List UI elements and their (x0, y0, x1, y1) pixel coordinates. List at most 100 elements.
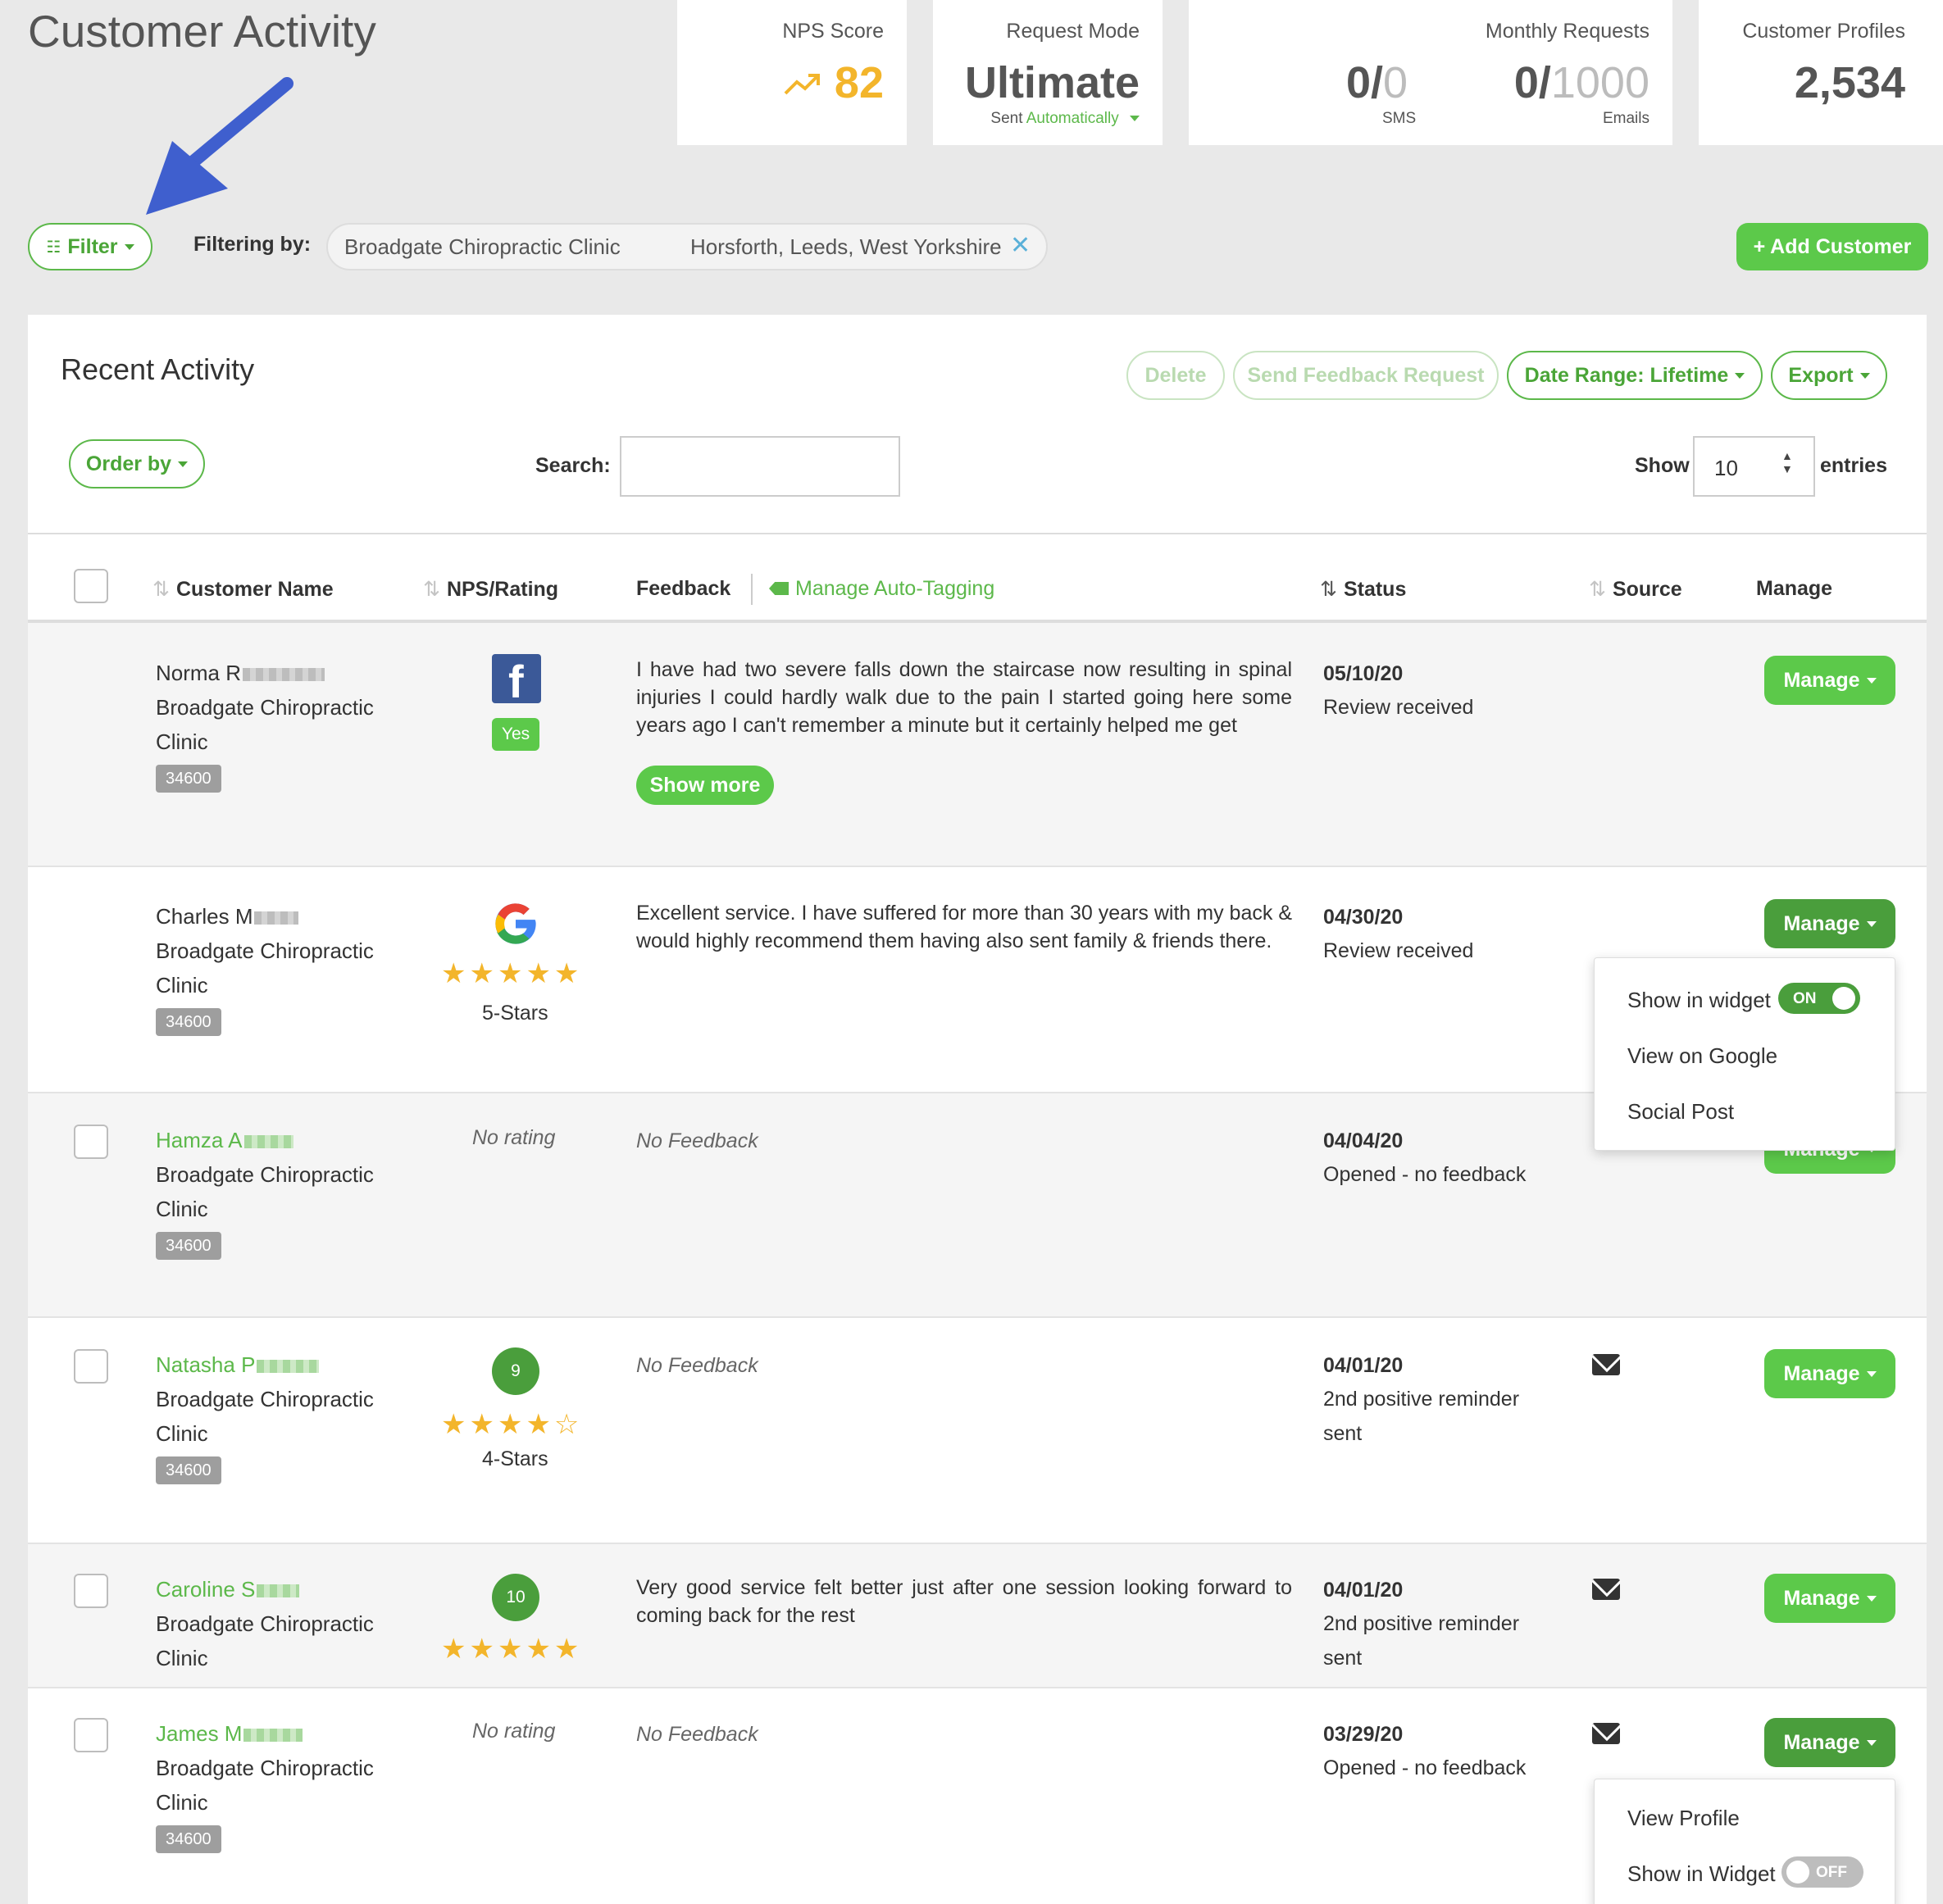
request-mode-label: Request Mode (1006, 20, 1140, 43)
sent-prefix: Sent (990, 110, 1023, 127)
no-feedback: No Feedback (636, 1354, 758, 1377)
company-name: Broadgate Chiropractic (156, 938, 374, 963)
manage-auto-tagging-link[interactable]: Manage Auto-Tagging (769, 577, 994, 601)
customer-name-link[interactable]: Caroline S (156, 1577, 255, 1602)
company-name: Broadgate Chiropractic (156, 1387, 374, 1411)
sort-icon: ⇅ (152, 578, 170, 601)
col-source[interactable]: ⇅ Source (1589, 577, 1682, 602)
send-feedback-request-button[interactable]: Send Feedback Request (1233, 351, 1499, 400)
id-badge: 34600 (156, 1825, 221, 1853)
row-checkbox[interactable] (74, 1349, 108, 1384)
entries-select[interactable]: 10 ▲ ▼ (1693, 436, 1815, 497)
status-date: 05/10/20 (1323, 662, 1404, 685)
header-separator (751, 574, 753, 605)
status-text: Review received (1323, 939, 1474, 962)
row-checkbox[interactable] (74, 1574, 108, 1608)
view-profile-item[interactable]: View Profile (1627, 1806, 1740, 1831)
customer-cell: James M Broadgate Chiropractic Clinic 34… (156, 1716, 374, 1854)
manage-button[interactable]: Manage (1764, 656, 1895, 705)
chevron-down-icon (1866, 1739, 1877, 1746)
entries-label: entries (1820, 454, 1887, 477)
chevron-down-icon (1866, 1370, 1877, 1377)
show-more-button[interactable]: Show more (636, 766, 774, 805)
stars-label: 5-Stars (482, 1002, 548, 1025)
manage-button[interactable]: Manage (1764, 1574, 1895, 1623)
select-all-checkbox[interactable] (74, 569, 108, 603)
filter-chip[interactable]: Broadgate Chiropractic Clinic Horsforth,… (326, 223, 1048, 270)
search-input[interactable] (620, 436, 900, 497)
show-in-widget-item[interactable]: Show in Widget (1627, 1861, 1776, 1887)
toggle-knob (1832, 987, 1855, 1010)
no-feedback: No Feedback (636, 1129, 758, 1152)
google-icon (495, 903, 536, 944)
date-range-button[interactable]: Date Range: Lifetime (1507, 351, 1763, 400)
nps-score-badge: 9 (492, 1347, 539, 1395)
manage-button[interactable]: Manage (1764, 1718, 1895, 1767)
header-top-divider (28, 533, 1927, 534)
company-name: Clinic (156, 729, 208, 754)
chevron-down-icon (1866, 677, 1877, 684)
social-post-item[interactable]: Social Post (1627, 1099, 1734, 1125)
status-text: Opened - no feedback (1323, 1163, 1527, 1186)
nps-score-card: NPS Score 82 (677, 0, 907, 145)
filter-button[interactable]: ☷ Filter (28, 223, 152, 270)
row-checkbox[interactable] (74, 1125, 108, 1159)
export-button[interactable]: Export (1771, 351, 1887, 400)
col-customer-name[interactable]: ⇅ Customer Name (152, 577, 334, 602)
search-label: Search: (535, 454, 611, 477)
status-text: Opened - no feedback (1323, 1756, 1527, 1779)
redacted-surname (243, 668, 325, 682)
feedback-text: I have had two severe falls down the sta… (636, 658, 1292, 737)
toggle-label: OFF (1816, 1864, 1847, 1881)
chevron-down-icon (124, 243, 134, 250)
status-date: 04/30/20 (1323, 906, 1404, 929)
redacted-surname (257, 1360, 320, 1374)
row-checkbox[interactable] (74, 1718, 108, 1752)
add-customer-button[interactable]: + Add Customer (1736, 223, 1928, 270)
sort-icon: ⇅ (1589, 578, 1606, 601)
close-icon[interactable]: ✕ (1010, 231, 1031, 260)
manage-button[interactable]: Manage (1764, 1349, 1895, 1398)
email-icon (1592, 1354, 1620, 1375)
sliders-icon: ☷ (46, 238, 61, 257)
delete-button[interactable]: Delete (1126, 351, 1225, 400)
customer-profiles-card: Customer Profiles 2,534 (1699, 0, 1943, 145)
sort-desc-icon: ⇅ (1320, 578, 1337, 601)
company-name: Clinic (156, 973, 208, 997)
col-nps-rating[interactable]: ⇅ NPS/Rating (423, 577, 558, 602)
toggle-knob (1786, 1861, 1809, 1884)
sort-icon: ⇅ (423, 578, 440, 601)
view-on-google-item[interactable]: View on Google (1627, 1043, 1777, 1069)
status-date: 04/01/20 (1323, 1579, 1404, 1602)
col-status[interactable]: ⇅ Status (1320, 577, 1406, 602)
show-in-widget-toggle[interactable]: OFF (1781, 1856, 1863, 1888)
id-badge: 34600 (156, 1232, 221, 1260)
no-rating: No rating (472, 1720, 556, 1743)
export-label: Export (1788, 363, 1854, 387)
feedback-text: Excellent service. I have suffered for m… (636, 902, 1292, 952)
customer-cell: Charles M Broadgate Chiropractic Clinic … (156, 899, 374, 1037)
trend-up-icon (784, 74, 820, 95)
show-in-widget-toggle[interactable]: ON (1778, 983, 1860, 1014)
customer-name: Norma R (156, 661, 242, 685)
tag-icon (769, 582, 789, 595)
customer-name-link[interactable]: James M (156, 1721, 242, 1746)
show-in-widget-item[interactable]: Show in widget (1627, 988, 1771, 1013)
redacted-surname (243, 1729, 303, 1743)
no-rating: No rating (472, 1126, 556, 1149)
status-date: 03/29/20 (1323, 1723, 1404, 1746)
annotation-arrow-icon (146, 77, 293, 215)
sent-mode-value: Automatically (1026, 110, 1119, 127)
chip-name: Broadgate Chiropractic Clinic (344, 234, 621, 259)
customer-name-link[interactable]: Hamza A (156, 1128, 243, 1152)
order-by-button[interactable]: Order by (69, 439, 205, 488)
manage-button[interactable]: Manage (1764, 899, 1895, 948)
sent-mode[interactable]: Sent Automatically (990, 110, 1140, 128)
company-name: Clinic (156, 1790, 208, 1815)
request-mode-value: Ultimate (964, 58, 1140, 107)
status-date: 04/04/20 (1323, 1129, 1404, 1152)
customer-name-link[interactable]: Natasha P (156, 1352, 255, 1377)
row-divider (28, 1687, 1927, 1688)
redacted-surname (243, 1135, 293, 1149)
id-badge: 34600 (156, 765, 221, 793)
